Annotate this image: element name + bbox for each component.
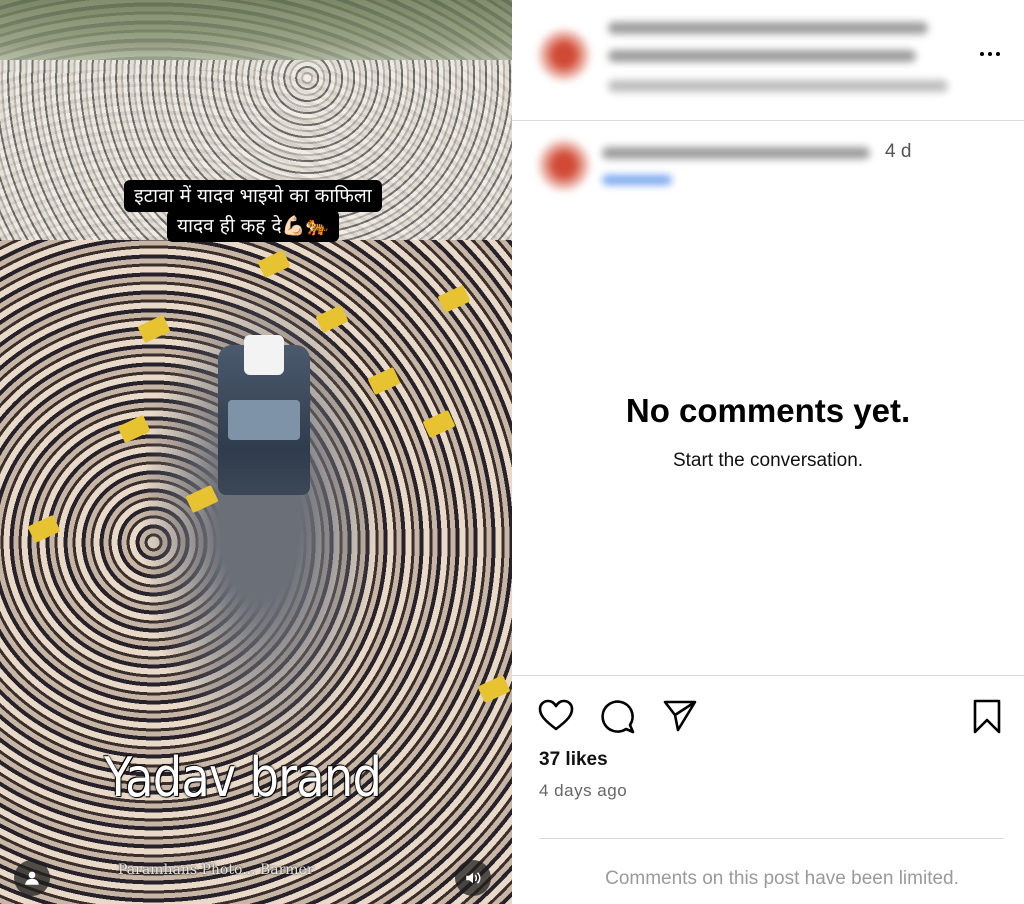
flag-shape [27,514,61,544]
person-standing [244,335,284,375]
flag-shape [367,366,401,396]
author-names-blurred[interactable] [608,50,916,62]
author-sub-blurred[interactable] [608,80,948,92]
flag-shape [257,249,291,279]
save-button[interactable] [968,697,1006,735]
post-date[interactable]: 4 days ago [539,781,627,801]
comment-button[interactable] [599,697,637,735]
author-avatar[interactable] [539,30,589,80]
vehicle [218,335,310,495]
overlay-text: Yadav brand [104,746,382,809]
more-dot [996,52,1000,56]
commenter-avatar[interactable] [539,140,589,190]
flag-shape [422,409,456,439]
flag-shape [477,674,511,704]
flag-shape [137,314,171,344]
flag-shape [185,484,219,514]
more-horizontal-icon [980,52,984,56]
commenter-username-blurred[interactable] [602,147,870,159]
video-caption: इटावा में यादव भाइयो का काफिला यादव ही क… [98,180,408,242]
empty-comments-subtitle: Start the conversation. [672,450,864,471]
audio-toggle-button[interactable] [455,860,491,896]
like-button[interactable] [537,697,575,735]
caption-line-2: यादव ही कह दे💪🏻🐅 [167,210,339,242]
bookmark-icon [973,699,1001,734]
header-divider [512,120,1024,121]
post-details-panel: 4 d No comments yet. Start the conversat… [512,0,1024,904]
author-names-blurred[interactable] [608,22,928,34]
user-tag-icon [25,871,39,885]
comment-icon [601,700,635,734]
comments-limited-notice: Comments on this post have been limited. [605,868,959,889]
likes-count[interactable]: 37 likes [539,749,608,771]
vehicle-windshield [228,400,300,440]
share-button[interactable] [661,697,699,735]
user-tag-button[interactable] [14,860,50,896]
post-media[interactable]: इटावा में यादव भाइयो का काफिला यादव ही क… [0,0,512,904]
post-time-ago: 4 d [885,141,912,162]
caption-line-1: इटावा में यादव भाइयो का काफिला [124,180,382,212]
reply-link-blurred[interactable] [602,175,672,185]
footer-divider [539,838,1004,839]
heart-icon [538,699,574,731]
speaker-icon [466,872,481,884]
flag-shape [117,414,151,444]
paper-plane-icon [663,700,697,732]
more-dot [988,52,992,56]
flag-shape [437,284,471,314]
empty-comments-title: No comments yet. [625,392,911,429]
more-options-button[interactable] [977,44,1003,64]
actions-divider [512,675,1024,676]
watermark-text: Paramhans Photo... Barmer [118,862,314,878]
flag-shape [315,304,349,334]
